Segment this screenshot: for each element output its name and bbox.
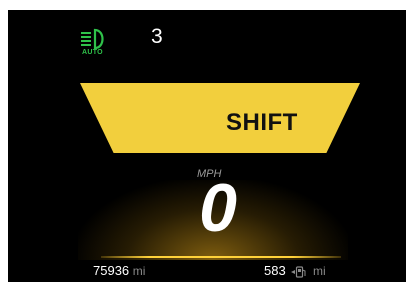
range-value: 583	[264, 263, 286, 278]
speed-readout: 0	[199, 170, 237, 246]
accent-divider	[101, 256, 341, 258]
gear-indicator: 3	[151, 25, 163, 48]
fuel-range: 583 mi	[264, 263, 326, 278]
odometer: 75936 mi	[93, 263, 145, 278]
odometer-value: 75936	[93, 263, 130, 278]
shift-alert-banner	[80, 83, 360, 153]
odometer-unit: mi	[132, 264, 146, 278]
shift-alert-label: SHIFT	[226, 109, 298, 136]
range-unit: mi	[312, 264, 326, 278]
fuel-pump-icon	[291, 265, 306, 278]
instrument-cluster-display: AUTO 3 SHIFT MPH 0 75936 mi 583 mi	[8, 10, 406, 282]
headlight-mode-label: AUTO	[82, 49, 103, 56]
